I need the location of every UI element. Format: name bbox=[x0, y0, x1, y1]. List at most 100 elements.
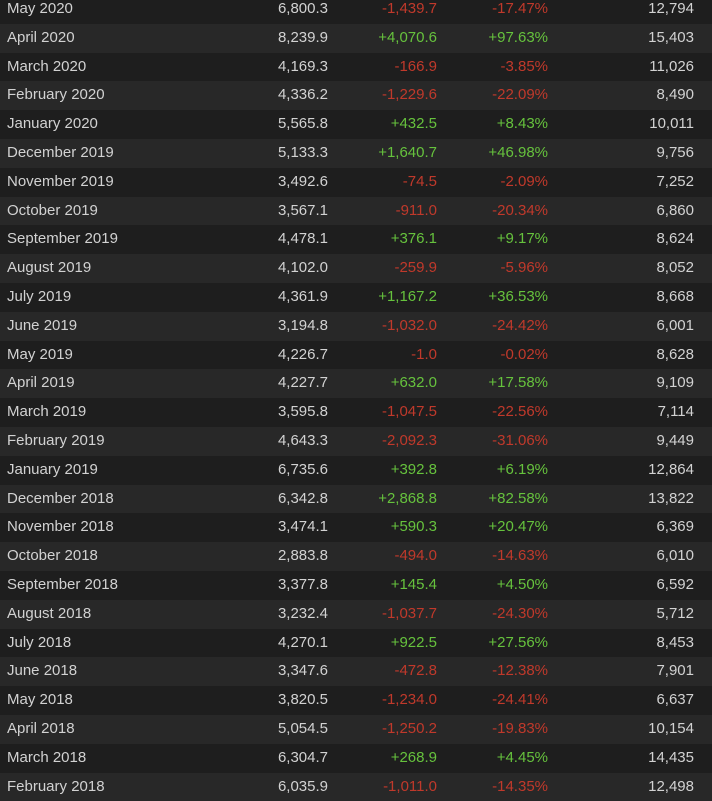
percent-gain-cell: -0.02% bbox=[500, 345, 548, 363]
gain-cell: -1,032.0 bbox=[381, 316, 437, 334]
gain-cell: +4,070.6 bbox=[378, 28, 437, 46]
percent-gain-cell: -3.85% bbox=[500, 57, 548, 75]
table-row: September 2018 3,377.8 +145.4 +4.50% 6,592 bbox=[0, 570, 712, 600]
percent-gain-cell: -14.63% bbox=[492, 547, 548, 565]
avg-players-cell: 4,227.7 bbox=[277, 374, 328, 392]
avg-players-cell: 2,883.8 bbox=[277, 547, 328, 565]
table-row: June 2019 3,194.8 -1,032.0 -24.42% 6,001 bbox=[0, 311, 712, 341]
avg-players-cell: 8,239.9 bbox=[277, 28, 328, 46]
gain-cell: +392.8 bbox=[390, 460, 437, 478]
peak-players-cell: 10,154 bbox=[648, 719, 694, 737]
avg-players-cell: 4,169.3 bbox=[277, 57, 328, 75]
month-cell: November 2018 bbox=[7, 518, 114, 536]
peak-players-cell: 13,822 bbox=[648, 489, 694, 507]
avg-players-cell: 3,194.8 bbox=[277, 316, 328, 334]
peak-players-cell: 6,001 bbox=[656, 316, 694, 334]
percent-gain-cell: -20.34% bbox=[492, 201, 548, 219]
percent-gain-cell: +46.98% bbox=[488, 143, 548, 161]
percent-gain-cell: -12.38% bbox=[492, 662, 548, 680]
table-row: February 2018 6,035.9 -1,011.0 -14.35% 12,49… bbox=[0, 772, 712, 801]
avg-players-cell: 4,102.0 bbox=[277, 259, 328, 277]
percent-gain-cell: +36.53% bbox=[488, 287, 548, 305]
month-cell: February 2019 bbox=[7, 431, 105, 449]
table-row: December 2019 5,133.3 +1,640.7 +46.98% 9,756 bbox=[0, 138, 712, 168]
percent-gain-cell: -24.41% bbox=[492, 691, 548, 709]
percent-gain-cell: -24.30% bbox=[492, 604, 548, 622]
peak-players-cell: 9,449 bbox=[656, 431, 694, 449]
table-row: November 2019 3,492.6 -74.5 -2.09% 7,252 bbox=[0, 167, 712, 197]
gain-cell: -472.8 bbox=[394, 662, 437, 680]
peak-players-cell: 8,624 bbox=[656, 230, 694, 248]
peak-players-cell: 12,794 bbox=[648, 0, 694, 17]
peak-players-cell: 5,712 bbox=[656, 604, 694, 622]
gain-cell: -166.9 bbox=[394, 57, 437, 75]
month-cell: July 2018 bbox=[7, 633, 72, 651]
percent-gain-cell: -14.35% bbox=[492, 777, 548, 795]
month-cell: February 2020 bbox=[7, 86, 105, 104]
month-cell: October 2019 bbox=[7, 201, 98, 219]
gain-cell: +432.5 bbox=[390, 115, 437, 133]
percent-gain-cell: -19.83% bbox=[492, 719, 548, 737]
avg-players-cell: 3,567.1 bbox=[277, 201, 328, 219]
month-cell: February 2018 bbox=[7, 777, 105, 795]
month-cell: January 2020 bbox=[7, 115, 98, 133]
month-cell: April 2020 bbox=[7, 28, 75, 46]
gain-cell: -2,092.3 bbox=[381, 431, 437, 449]
gain-cell: -259.9 bbox=[394, 259, 437, 277]
avg-players-cell: 6,735.6 bbox=[277, 460, 328, 478]
percent-gain-cell: +82.58% bbox=[488, 489, 548, 507]
table-row: April 2020 8,239.9 +4,070.6 +97.63% 15,403 bbox=[0, 23, 712, 53]
gain-cell: +145.4 bbox=[390, 575, 437, 593]
gain-cell: -1,229.6 bbox=[381, 86, 437, 104]
peak-players-cell: 7,114 bbox=[657, 403, 694, 421]
avg-players-cell: 4,226.7 bbox=[277, 345, 328, 363]
percent-gain-cell: +4.50% bbox=[496, 575, 548, 593]
month-cell: August 2019 bbox=[7, 259, 92, 277]
gain-cell: +632.0 bbox=[390, 374, 437, 392]
month-cell: April 2019 bbox=[7, 374, 75, 392]
peak-players-cell: 8,052 bbox=[656, 259, 694, 277]
month-cell: April 2018 bbox=[7, 719, 75, 737]
percent-gain-cell: +8.43% bbox=[496, 115, 548, 133]
percent-gain-cell: -31.06% bbox=[492, 431, 548, 449]
table-row: November 2018 3,474.1 +590.3 +20.47% 6,369 bbox=[0, 513, 712, 543]
gain-cell: -1,250.2 bbox=[381, 719, 437, 737]
peak-players-cell: 6,860 bbox=[656, 201, 694, 219]
table-row: August 2019 4,102.0 -259.9 -5.96% 8,052 bbox=[0, 254, 712, 283]
month-cell: October 2018 bbox=[7, 547, 98, 565]
avg-players-cell: 3,820.5 bbox=[277, 691, 328, 709]
avg-players-cell: 6,342.8 bbox=[277, 489, 328, 507]
avg-players-cell: 5,133.3 bbox=[277, 143, 328, 161]
table-row: May 2019 4,226.7 -1.0 -0.02% 8,628 bbox=[0, 340, 712, 370]
peak-players-cell: 12,498 bbox=[648, 777, 694, 795]
table-row: April 2018 5,054.5 -1,250.2 -19.83% 10,154 bbox=[0, 714, 712, 744]
peak-players-cell: 14,435 bbox=[648, 748, 694, 766]
table-row: February 2019 4,643.3 -2,092.3 -31.06% 9,449 bbox=[0, 426, 712, 456]
percent-gain-cell: -2.09% bbox=[500, 172, 548, 190]
table-row: July 2018 4,270.1 +922.5 +27.56% 8,453 bbox=[0, 628, 712, 658]
table-row: January 2020 5,565.8 +432.5 +8.43% 10,011 bbox=[0, 110, 712, 139]
month-cell: May 2018 bbox=[7, 691, 73, 709]
avg-players-cell: 6,035.9 bbox=[277, 777, 328, 795]
avg-players-cell: 4,643.3 bbox=[277, 431, 328, 449]
peak-players-cell: 9,756 bbox=[656, 143, 694, 161]
gain-cell: -1,011.0 bbox=[383, 777, 437, 795]
avg-players-cell: 5,565.8 bbox=[277, 115, 328, 133]
table-row: March 2018 6,304.7 +268.9 +4.45% 14,435 bbox=[0, 743, 712, 773]
table-row: March 2019 3,595.8 -1,047.5 -22.56% 7,114 bbox=[0, 398, 712, 427]
avg-players-cell: 4,361.9 bbox=[277, 287, 328, 305]
table-row: September 2019 4,478.1 +376.1 +9.17% 8,624 bbox=[0, 225, 712, 255]
gain-cell: +590.3 bbox=[390, 518, 437, 536]
month-cell: July 2019 bbox=[7, 287, 72, 305]
avg-players-cell: 4,478.1 bbox=[277, 230, 328, 248]
table-row: October 2019 3,567.1 -911.0 -20.34% 6,860 bbox=[0, 196, 712, 226]
peak-players-cell: 10,011 bbox=[649, 115, 694, 133]
gain-cell: -1,037.7 bbox=[381, 604, 437, 622]
player-stats-table: May 2020 6,800.3 -1,439.7 -17.47% 12,794 Apri… bbox=[0, 0, 712, 801]
gain-cell: -74.5 bbox=[402, 172, 437, 190]
month-cell: August 2018 bbox=[7, 604, 92, 622]
avg-players-cell: 3,232.4 bbox=[277, 604, 328, 622]
gain-cell: +922.5 bbox=[390, 633, 437, 651]
table-row: August 2018 3,232.4 -1,037.7 -24.30% 5,712 bbox=[0, 599, 712, 629]
month-cell: January 2019 bbox=[7, 460, 98, 478]
